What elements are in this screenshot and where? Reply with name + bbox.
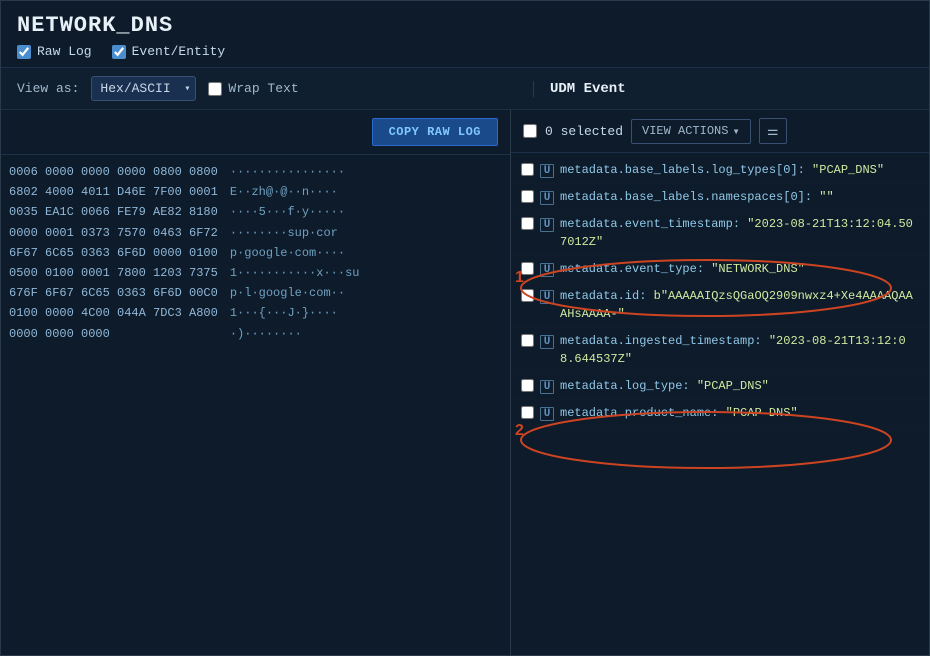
raw-log-label: Raw Log (37, 44, 92, 59)
event-entity-label: Event/Entity (132, 44, 226, 59)
toolbar: View as: Hex/ASCII Text ▾ Wrap Text UDM … (1, 67, 929, 110)
udm-event-header: UDM Event (533, 81, 913, 97)
toolbar-left: View as: Hex/ASCII Text ▾ Wrap Text (17, 76, 299, 101)
right-panel: 0 selected VIEW ACTIONS ▾ ⚌ Umetadata.ba… (511, 110, 929, 655)
ascii-line: 1···········x···su (230, 264, 360, 283)
chevron-down-icon: ▾ (732, 124, 739, 139)
filter-checkboxes: Raw Log Event/Entity (17, 44, 913, 59)
hex-line: 0000 0000 0000 (9, 325, 218, 344)
udm-item: Umetadata.event_timestamp: "2023-08-21T1… (511, 211, 929, 256)
header: NETWORK_DNS Raw Log Event/Entity (1, 1, 929, 67)
right-panel-wrapper: 0 selected VIEW ACTIONS ▾ ⚌ Umetadata.ba… (511, 110, 929, 655)
view-actions-button[interactable]: VIEW ACTIONS ▾ (631, 119, 751, 144)
udm-item-text: metadata.event_type: "NETWORK_DNS" (560, 260, 919, 278)
udm-item-checkbox[interactable] (521, 334, 534, 347)
hex-line: 0500 0100 0001 7800 1203 7375 (9, 264, 218, 283)
wrap-text-checkbox[interactable] (208, 82, 222, 96)
udm-item: Umetadata.log_type: "PCAP_DNS" (511, 373, 929, 400)
hex-column: 0006 0000 0000 0000 0800 08006802 4000 4… (9, 163, 218, 647)
udm-type-icon: U (540, 164, 554, 178)
event-entity-checkbox-label[interactable]: Event/Entity (112, 44, 226, 59)
hex-line: 676F 6F67 6C65 0363 6F6D 00C0 (9, 284, 218, 303)
udm-list: Umetadata.base_labels.log_types[0]: "PCA… (511, 153, 929, 655)
filter-icon: ⚌ (767, 123, 779, 139)
content-area: COPY RAW LOG 0006 0000 0000 0000 0800 08… (1, 110, 929, 655)
udm-item: Umetadata.base_labels.log_types[0]: "PCA… (511, 157, 929, 184)
copy-raw-log-button[interactable]: COPY RAW LOG (372, 118, 498, 146)
hex-line: 0100 0000 4C00 044A 7DC3 A800 (9, 304, 218, 323)
wrap-text-text: Wrap Text (228, 81, 298, 96)
ascii-line: E··zh@·@··n···· (230, 183, 360, 202)
udm-item-checkbox[interactable] (521, 406, 534, 419)
udm-item-text: metadata.product_name: "PCAP DNS" (560, 404, 919, 422)
udm-item-text: metadata.event_timestamp: "2023-08-21T13… (560, 215, 919, 251)
ascii-line: p·google·com···· (230, 244, 360, 263)
udm-item: Umetadata.id: b"AAAAAIQzsQGaOQ2909nwxz4+… (511, 283, 929, 328)
udm-item: Umetadata.event_type: "NETWORK_DNS" (511, 256, 929, 283)
udm-type-icon: U (540, 407, 554, 421)
hex-line: 0000 0001 0373 7570 0463 6F72 (9, 224, 218, 243)
udm-item-checkbox[interactable] (521, 262, 534, 275)
udm-type-icon: U (540, 218, 554, 232)
ascii-column: ················E··zh@·@··n········5···f… (230, 163, 360, 647)
udm-item-text: metadata.id: b"AAAAAIQzsQGaOQ2909nwxz4+X… (560, 287, 919, 323)
ascii-line: p·l·google·com·· (230, 284, 360, 303)
udm-item-checkbox[interactable] (521, 217, 534, 230)
udm-toolbar: 0 selected VIEW ACTIONS ▾ ⚌ (511, 110, 929, 153)
hex-content: 0006 0000 0000 0000 0800 08006802 4000 4… (1, 155, 510, 655)
udm-item: Umetadata.ingested_timestamp: "2023-08-2… (511, 328, 929, 373)
udm-item-text: metadata.log_type: "PCAP_DNS" (560, 377, 919, 395)
udm-item-text: metadata.base_labels.namespaces[0]: "" (560, 188, 919, 206)
ascii-line: 1···{···J·}···· (230, 304, 360, 323)
ascii-line: ················ (230, 163, 360, 182)
event-entity-checkbox[interactable] (112, 45, 126, 59)
udm-item: Umetadata.product_name: "PCAP DNS" (511, 400, 929, 427)
udm-type-icon: U (540, 335, 554, 349)
udm-type-icon: U (540, 191, 554, 205)
udm-item: Umetadata.base_labels.namespaces[0]: "" (511, 184, 929, 211)
view-as-select-wrap: Hex/ASCII Text ▾ (91, 76, 196, 101)
select-all-checkbox[interactable] (523, 124, 537, 138)
udm-item-checkbox[interactable] (521, 163, 534, 176)
udm-item-checkbox[interactable] (521, 379, 534, 392)
selected-count: 0 selected (545, 124, 623, 139)
ascii-line: ········sup·cor (230, 224, 360, 243)
udm-item-text: metadata.ingested_timestamp: "2023-08-21… (560, 332, 919, 368)
wrap-text-label[interactable]: Wrap Text (208, 81, 298, 96)
udm-type-icon: U (540, 380, 554, 394)
udm-item-checkbox[interactable] (521, 289, 534, 302)
hex-line: 0035 EA1C 0066 FE79 AE82 8180 (9, 203, 218, 222)
hex-line: 6F67 6C65 0363 6F6D 0000 0100 (9, 244, 218, 263)
main-container: NETWORK_DNS Raw Log Event/Entity View as… (0, 0, 930, 656)
raw-log-checkbox-label[interactable]: Raw Log (17, 44, 92, 59)
page-title: NETWORK_DNS (17, 13, 913, 38)
view-as-select[interactable]: Hex/ASCII Text (91, 76, 196, 101)
ascii-line: ·)········ (230, 325, 360, 344)
raw-log-checkbox[interactable] (17, 45, 31, 59)
udm-type-icon: U (540, 263, 554, 277)
filter-button[interactable]: ⚌ (759, 118, 787, 144)
hex-line: 0006 0000 0000 0000 0800 0800 (9, 163, 218, 182)
copy-btn-row: COPY RAW LOG (1, 110, 510, 155)
hex-line: 6802 4000 4011 D46E 7F00 0001 (9, 183, 218, 202)
view-actions-label: VIEW ACTIONS (642, 124, 728, 138)
udm-item-checkbox[interactable] (521, 190, 534, 203)
left-panel: COPY RAW LOG 0006 0000 0000 0000 0800 08… (1, 110, 511, 655)
ascii-line: ····5···f·y····· (230, 203, 360, 222)
udm-item-text: metadata.base_labels.log_types[0]: "PCAP… (560, 161, 919, 179)
view-as-label: View as: (17, 81, 79, 96)
udm-type-icon: U (540, 290, 554, 304)
